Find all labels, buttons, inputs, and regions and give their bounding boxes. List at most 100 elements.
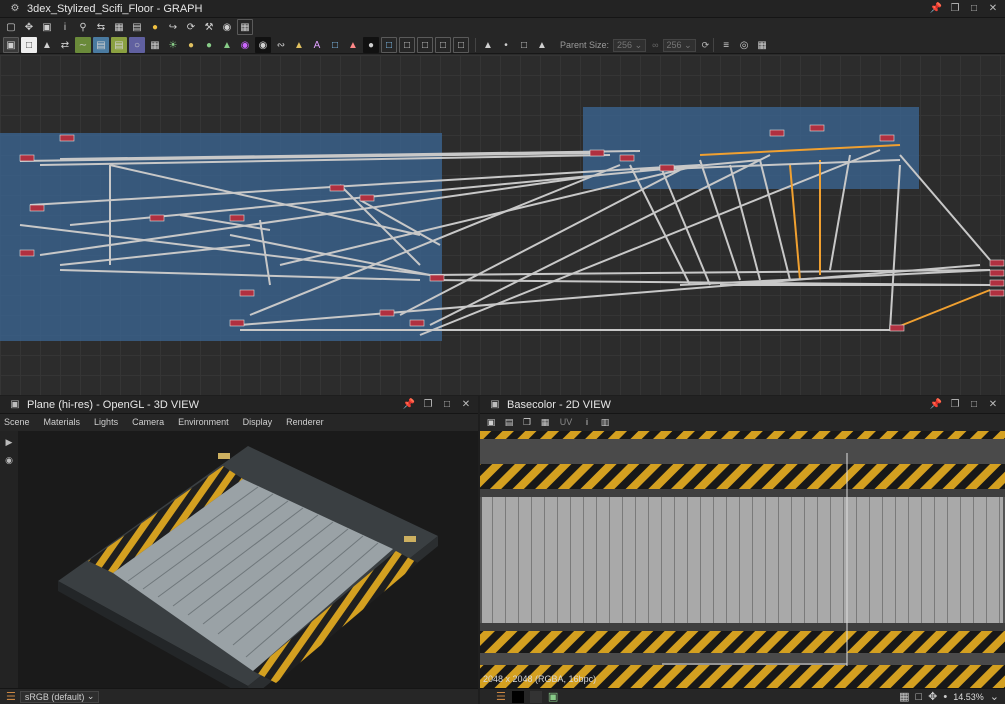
graph-node[interactable] — [879, 134, 895, 142]
menu-lights[interactable]: Lights — [94, 417, 118, 427]
parent-size-dropdown[interactable]: 256 ⌄ — [613, 38, 647, 52]
disk-icon[interactable]: ▤ — [502, 416, 516, 429]
normal-icon[interactable]: ● — [201, 37, 217, 53]
warp-icon[interactable]: ∾ — [273, 37, 289, 53]
hsl-icon[interactable]: ◉ — [237, 37, 253, 53]
graph-node[interactable] — [29, 204, 45, 212]
blur-icon[interactable]: ○ — [129, 37, 145, 53]
uv-dropdown[interactable]: UV — [556, 416, 576, 429]
graph-node[interactable] — [59, 134, 75, 142]
graph-node[interactable] — [989, 289, 1005, 297]
channel-icon[interactable]: ▣ — [548, 690, 558, 703]
gradient-icon[interactable]: ▤ — [111, 37, 127, 53]
info-icon[interactable]: i — [580, 416, 594, 429]
zoom-fit-icon[interactable]: ✥ — [928, 690, 937, 703]
link-tool-icon[interactable]: ⇆ — [93, 19, 109, 35]
graph-node[interactable] — [329, 184, 345, 192]
comment-icon[interactable]: ▲ — [480, 37, 496, 53]
menu-environment[interactable]: Environment — [178, 417, 229, 427]
zoom-icon[interactable]: • — [943, 691, 947, 703]
viewport-2d[interactable]: 2048 x 2048 (RGBA, 16bpc) — [480, 431, 1005, 688]
graph-node[interactable] — [379, 309, 395, 317]
gray-swatch[interactable] — [529, 690, 542, 703]
preview-d-icon[interactable]: □ — [435, 37, 451, 53]
graph-node[interactable] — [659, 164, 675, 172]
refresh-icon[interactable]: ⟳ — [183, 19, 199, 35]
search-icon[interactable]: ⚲ — [75, 19, 91, 35]
graph-node[interactable] — [19, 249, 35, 257]
graph-node[interactable] — [619, 154, 635, 162]
levels-icon[interactable]: ▤ — [93, 37, 109, 53]
menu-display[interactable]: Display — [243, 417, 273, 427]
menu-scene[interactable]: Scene — [4, 417, 30, 427]
uniform-color-icon[interactable]: □ — [21, 37, 37, 53]
frame-all-icon[interactable]: ▢ — [3, 19, 19, 35]
float-icon[interactable]: ❐ — [947, 2, 963, 16]
float-icon[interactable]: ❐ — [947, 398, 963, 412]
blend-icon[interactable]: ● — [183, 37, 199, 53]
output-icon[interactable]: ◉ — [255, 37, 271, 53]
close-icon[interactable]: ✕ — [985, 398, 1001, 412]
video-camera-icon[interactable]: ▶ — [2, 437, 16, 449]
tile-icon[interactable]: ▦ — [147, 37, 163, 53]
pan-icon[interactable]: ✥ — [21, 19, 37, 35]
close-icon[interactable]: ✕ — [985, 2, 1001, 16]
layout-icon[interactable]: ▦ — [111, 19, 127, 35]
explode-icon[interactable]: ◎ — [736, 37, 752, 53]
dot-node-icon[interactable]: ▲ — [534, 37, 550, 53]
menu-camera[interactable]: Camera — [132, 417, 164, 427]
zoom-level[interactable]: 14.53% — [953, 692, 984, 702]
colorspace-select[interactable]: sRGB (default) ⌄ — [19, 690, 100, 703]
grid-icon[interactable]: ▦ — [899, 690, 909, 703]
preview-e-icon[interactable]: □ — [453, 37, 469, 53]
graph-node[interactable] — [989, 279, 1005, 287]
graph-node[interactable] — [769, 129, 785, 137]
graph-node[interactable] — [989, 269, 1005, 277]
reroute-icon[interactable]: ↪ — [165, 19, 181, 35]
align-icon[interactable]: ▤ — [129, 19, 145, 35]
close-icon[interactable]: ✕ — [458, 398, 474, 412]
value-icon[interactable]: ● — [363, 37, 379, 53]
connect-icon[interactable]: ● — [147, 19, 163, 35]
black-swatch[interactable] — [511, 690, 524, 703]
graph-node[interactable] — [429, 274, 445, 282]
layers-icon[interactable]: ☰ — [6, 690, 16, 703]
light-bulb-icon[interactable]: ◉ — [2, 455, 16, 467]
menu-renderer[interactable]: Renderer — [286, 417, 324, 427]
camera-icon[interactable]: ▣ — [39, 19, 55, 35]
pin-icon[interactable]: 📌 — [401, 398, 417, 412]
maximize-icon[interactable]: □ — [966, 2, 982, 16]
float-icon[interactable]: ❐ — [420, 398, 436, 412]
menu-materials[interactable]: Materials — [44, 417, 81, 427]
viewport-3d[interactable] — [18, 431, 478, 688]
pin-icon[interactable]: 📌 — [928, 398, 944, 412]
graph-node[interactable] — [19, 154, 35, 162]
link-chain-icon[interactable]: ∞ — [652, 40, 658, 50]
layers-icon[interactable]: ☰ — [496, 690, 506, 703]
shuffle-icon[interactable]: ⇄ — [57, 37, 73, 53]
zoom-dropdown-icon[interactable]: ⌄ — [990, 690, 999, 703]
pin-node-icon[interactable]: • — [498, 37, 514, 53]
preview-b-icon[interactable]: □ — [399, 37, 415, 53]
graph-node[interactable] — [229, 319, 245, 327]
copy-icon[interactable]: ❐ — [520, 416, 534, 429]
graph-node[interactable] — [409, 319, 425, 327]
preview-a-icon[interactable]: □ — [381, 37, 397, 53]
graph-node[interactable] — [239, 289, 255, 297]
height-icon[interactable]: ▲ — [219, 37, 235, 53]
reset-size-icon[interactable]: ⟳ — [702, 40, 710, 51]
warning-icon[interactable]: ▲ — [291, 37, 307, 53]
graph-node[interactable] — [359, 194, 375, 202]
node-list-icon[interactable]: ≡ — [718, 37, 734, 53]
transform-icon[interactable]: ☀ — [165, 37, 181, 53]
graph-node[interactable] — [809, 124, 825, 132]
export-icon[interactable]: ▦ — [538, 416, 552, 429]
fit-icon[interactable]: □ — [916, 691, 923, 703]
frame-node-icon[interactable]: □ — [516, 37, 532, 53]
tools-icon[interactable]: ⚒ — [201, 19, 217, 35]
snapshot-icon[interactable]: ◉ — [219, 19, 235, 35]
bitmap-node-icon[interactable]: ▣ — [3, 37, 19, 53]
maximize-icon[interactable]: □ — [439, 398, 455, 412]
paint-icon[interactable]: ▲ — [345, 37, 361, 53]
graph-node[interactable] — [229, 214, 245, 222]
